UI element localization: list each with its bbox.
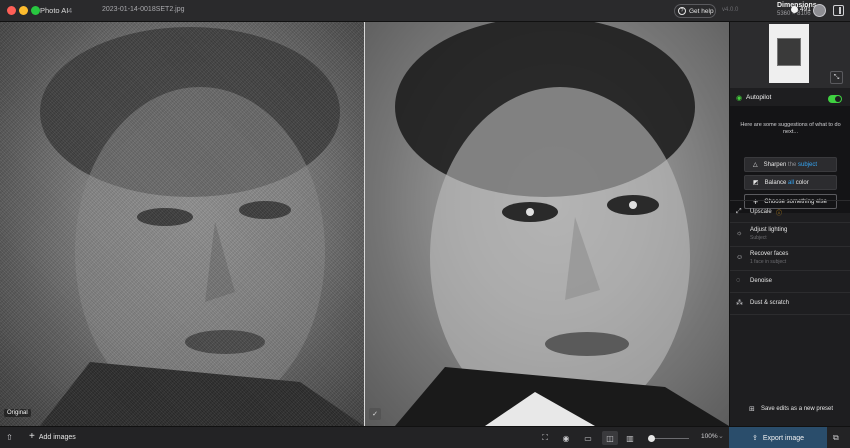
sharpen-suggestion-button[interactable]: △ Sharpen the subject: [744, 157, 837, 172]
add-images-label: Add images: [38, 433, 76, 441]
enhanced-portrait: [365, 22, 729, 426]
credits-icon: [791, 6, 798, 13]
title-bar: Photo AI 4 2023-01-14-0018SET2.jpg ? Get…: [0, 0, 850, 22]
zoom-window-button[interactable]: [31, 6, 40, 15]
right-panel: ⤡ ◉ Autopilot Here are some suggestions …: [729, 22, 850, 426]
tool-dust-scratch[interactable]: ⁂ Dust & scratch: [730, 292, 850, 314]
help-icon: ?: [678, 7, 686, 15]
file-name: 2023-01-14-0018SET2.jpg: [102, 6, 185, 13]
tool-recover-faces[interactable]: ☺ Recover faces 1 face in subject: [730, 246, 850, 270]
navigator-thumbnail[interactable]: [769, 24, 809, 83]
denoise-icon: ◌: [736, 277, 741, 284]
split-view-icon[interactable]: ◫: [602, 431, 618, 445]
tool-faces-label: Recover faces: [750, 251, 789, 257]
tool-dust-label: Dust & scratch: [750, 300, 790, 306]
tool-upscale-label: Upscale: [750, 209, 772, 215]
autopilot-label: Autopilot: [746, 94, 772, 101]
tool-denoise-label: Denoise: [750, 278, 773, 284]
tool-adjust-lighting[interactable]: ☼ Adjust lighting Subject: [730, 222, 850, 246]
face-icon: ☺: [736, 254, 744, 261]
suggestions-box: Here are some suggestions of what to do …: [730, 106, 850, 213]
plus-icon: +: [29, 431, 35, 442]
app-name: Photo AI: [40, 6, 69, 15]
sharpen-label: Sharpen the subject: [763, 161, 818, 168]
lighting-icon: ☼: [736, 230, 743, 237]
navigator[interactable]: ⤡: [730, 22, 850, 88]
noise-overlay: [0, 22, 364, 426]
upscale-icon: ⤢: [736, 208, 742, 215]
autopilot-row: ◉ Autopilot: [730, 90, 850, 106]
image-canvas[interactable]: Original ✓: [0, 22, 729, 426]
export-image-button[interactable]: ⇪ Export image: [729, 427, 827, 448]
import-icon[interactable]: ⇧: [6, 433, 13, 442]
zoom-slider-track[interactable]: [649, 438, 689, 439]
tool-lighting-label: Adjust lighting: [750, 227, 788, 233]
crop-icon[interactable]: ⤡: [830, 71, 843, 84]
single-view-icon[interactable]: ▭: [583, 433, 593, 443]
autopilot-toggle[interactable]: [828, 95, 842, 103]
enhanced-image-pane[interactable]: [365, 22, 729, 426]
zoom-slider-thumb[interactable]: [648, 435, 655, 442]
export-label: Export image: [762, 434, 805, 442]
app-version: 4: [68, 6, 73, 15]
preview-eye-icon[interactable]: ◉: [561, 433, 571, 443]
original-label: Original: [4, 409, 31, 417]
close-window-button[interactable]: [7, 6, 16, 15]
save-preset-button[interactable]: ⊞ Save edits as a new preset: [730, 400, 850, 420]
add-images-button[interactable]: + Add images: [29, 431, 76, 442]
original-image-pane[interactable]: Original: [0, 22, 364, 426]
sharpen-icon: △: [753, 162, 758, 168]
get-help-label: Get help: [689, 7, 714, 15]
balance-color-icon: ◩: [753, 180, 759, 186]
autopilot-icon: ◉: [736, 95, 743, 102]
bottom-toolbar: ⇧ + Add images ⛶ ◉ ▭ ◫ ▥ 100% ⌄ ⇪ Export…: [0, 426, 850, 448]
tool-denoise[interactable]: ◌ Denoise: [730, 270, 850, 292]
balance-label: Balance all color: [764, 179, 809, 186]
get-help-button[interactable]: ? Get help: [674, 4, 716, 18]
save-preset-label: Save edits as a new preset: [761, 406, 834, 412]
avatar[interactable]: [813, 4, 826, 17]
zoom-value[interactable]: 100%: [701, 433, 718, 440]
export-icon: ⇪: [751, 435, 758, 442]
warning-icon: ⓘ: [776, 211, 783, 217]
fit-screen-icon[interactable]: ⛶: [540, 433, 550, 443]
version-label: v4.0.0: [722, 7, 739, 13]
zoom-dropdown-icon[interactable]: ⌄: [718, 432, 724, 440]
compare-check-icon[interactable]: ✓: [369, 408, 381, 420]
minimize-window-button[interactable]: [19, 6, 28, 15]
thumbnail-photo: [777, 38, 801, 66]
credits-value: 491: [800, 6, 811, 13]
tool-faces-sub: 1 face in subject: [750, 259, 787, 265]
suggestions-text: Here are some suggestions of what to do …: [740, 122, 841, 135]
tool-divider: [730, 314, 850, 315]
tool-lighting-sub: Subject: [750, 235, 767, 241]
side-by-side-icon[interactable]: ▥: [625, 433, 635, 443]
tool-upscale[interactable]: ⤢ Upscale ⓘ: [730, 200, 850, 222]
balance-color-suggestion-button[interactable]: ◩ Balance all color: [744, 175, 837, 190]
preset-icon: ⊞: [749, 406, 755, 413]
credits-counter[interactable]: 491: [791, 6, 811, 13]
toggle-panel-icon[interactable]: [833, 5, 844, 16]
dust-icon: ⁂: [736, 300, 743, 307]
export-options-icon[interactable]: ⧉: [833, 433, 839, 443]
